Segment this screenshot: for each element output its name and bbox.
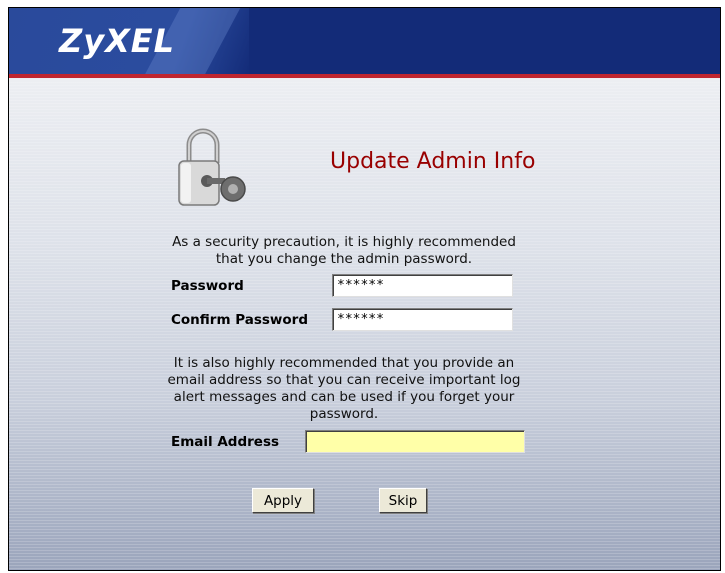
password-recommendation-text: As a security precaution, it is highly r… bbox=[129, 234, 559, 268]
page-title: Update Admin Info bbox=[330, 149, 536, 174]
email-note-line-1: It is also highly recommended that you p… bbox=[173, 355, 515, 371]
confirm-password-label: Confirm Password bbox=[171, 312, 309, 328]
skip-button[interactable]: Skip bbox=[379, 488, 427, 513]
admin-setup-window: ZyXEL Update Admin Info As a security pr… bbox=[8, 7, 721, 571]
email-note-line-2: email address so that you can receive im… bbox=[167, 372, 521, 388]
password-input[interactable] bbox=[332, 274, 513, 297]
email-note-line-4: password. bbox=[309, 406, 379, 422]
zyxel-logo: ZyXEL bbox=[59, 22, 175, 60]
email-note-line-3: alert messages and can be used if you fo… bbox=[173, 389, 515, 405]
intro-line-2: that you change the admin password. bbox=[215, 251, 473, 267]
email-address-label: Email Address bbox=[171, 434, 280, 450]
apply-button[interactable]: Apply bbox=[252, 488, 314, 513]
confirm-password-input[interactable] bbox=[332, 308, 513, 331]
padlock-key-icon bbox=[178, 128, 246, 206]
email-address-input[interactable] bbox=[305, 430, 525, 453]
password-label: Password bbox=[171, 278, 244, 294]
header-banner: ZyXEL bbox=[9, 8, 720, 78]
email-recommendation-text: It is also highly recommended that you p… bbox=[129, 355, 559, 423]
intro-line-1: As a security precaution, it is highly r… bbox=[172, 234, 516, 250]
